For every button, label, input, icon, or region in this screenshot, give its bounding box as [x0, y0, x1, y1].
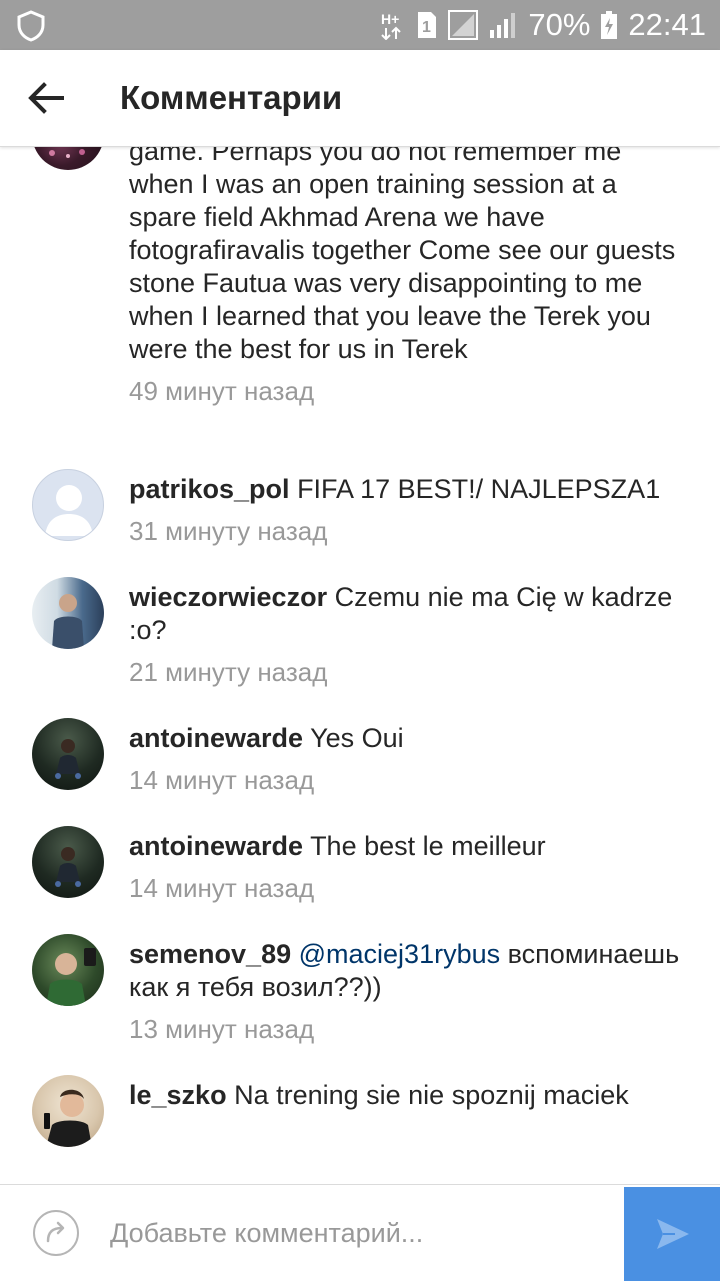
avatar[interactable]	[32, 826, 104, 898]
comment-item: game. Perhaps you do not remember me whe…	[0, 147, 720, 457]
comment-username[interactable]: patrikos_pol	[129, 474, 290, 504]
comment-item: le_szko Na trening sie nie spoznij macie…	[0, 1075, 720, 1165]
send-icon	[657, 1219, 689, 1249]
comment-time: 21 минуту назад	[129, 657, 328, 687]
comment-text: FIFA 17 BEST!/ NAJLEPSZA1	[297, 474, 661, 504]
network-type-icon: H+	[380, 10, 406, 41]
shield-icon	[14, 9, 48, 43]
sim-slot-label: 1	[422, 19, 431, 36]
comment-content: antoinewarde The best le meilleur 14 мин…	[129, 830, 689, 905]
status-bar: H+ 1 70% 22:41	[0, 0, 720, 50]
comment-mention[interactable]: @maciej31rybus	[299, 939, 501, 969]
avatar[interactable]	[32, 1075, 104, 1147]
comment-composer	[0, 1184, 720, 1281]
back-button[interactable]	[22, 74, 70, 122]
comment-text: game. Perhaps you do not remember me whe…	[129, 147, 676, 364]
share-icon[interactable]	[32, 1209, 80, 1257]
battery-percent: 70%	[528, 7, 591, 42]
comment-item: wieczorwieczor Czemu nie ma Cię w kadrze…	[0, 577, 720, 717]
comment-item: antoinewarde Yes Oui 14 минут назад	[0, 718, 720, 828]
comment-time: 14 минут назад	[129, 765, 315, 795]
back-arrow-icon	[28, 82, 64, 114]
comment-list[interactable]: game. Perhaps you do not remember me whe…	[0, 147, 720, 1184]
avatar[interactable]	[32, 718, 104, 790]
avatar[interactable]	[32, 577, 104, 649]
comment-time: 14 минут назад	[129, 873, 315, 903]
comment-content: patrikos_pol FIFA 17 BEST!/ NAJLEPSZA1 3…	[129, 473, 689, 548]
app-header: Комментарии	[0, 50, 720, 147]
comment-content: game. Perhaps you do not remember me whe…	[129, 147, 689, 408]
comment-content: wieczorwieczor Czemu nie ma Cię w kadrze…	[129, 581, 689, 689]
comment-item: antoinewarde The best le meilleur 14 мин…	[0, 826, 720, 936]
default-user-icon	[45, 485, 93, 536]
comment-item: patrikos_pol FIFA 17 BEST!/ NAJLEPSZA1 3…	[0, 469, 720, 579]
battery-charging-icon	[600, 10, 618, 40]
status-indicators: H+ 1 70% 22:41	[380, 0, 706, 50]
comment-text: Na trening sie nie spoznij maciek	[234, 1080, 629, 1110]
comment-username[interactable]: semenov_89	[129, 939, 291, 969]
comment-text: Yes Oui	[310, 723, 404, 753]
avatar[interactable]	[32, 469, 104, 541]
comment-time: 13 минут назад	[129, 1014, 315, 1044]
network-type-label: H+	[381, 11, 399, 27]
page-title: Комментарии	[120, 79, 343, 116]
comment-time: 31 минуту назад	[129, 516, 328, 546]
comment-time: 49 минут назад	[129, 376, 315, 406]
clock: 22:41	[628, 7, 706, 42]
comment-content: le_szko Na trening sie nie spoznij macie…	[129, 1079, 689, 1112]
comment-username[interactable]: antoinewarde	[129, 723, 303, 753]
sim-slot-icon: 1	[416, 10, 438, 40]
comment-content: semenov_89 @maciej31rybus вспоминаешь ка…	[129, 938, 689, 1046]
comment-input[interactable]	[110, 1209, 610, 1257]
signal-sim2-icon	[488, 10, 518, 40]
comment-item: semenov_89 @maciej31rybus вспоминаешь ка…	[0, 934, 720, 1074]
comment-username[interactable]: wieczorwieczor	[129, 582, 327, 612]
avatar[interactable]	[32, 934, 104, 1006]
comment-username[interactable]: antoinewarde	[129, 831, 303, 861]
avatar[interactable]	[32, 147, 104, 170]
send-button[interactable]	[624, 1187, 720, 1281]
comment-content: antoinewarde Yes Oui 14 минут назад	[129, 722, 689, 797]
comment-username[interactable]: le_szko	[129, 1080, 227, 1110]
signal-sim1-icon	[448, 10, 479, 40]
comment-text: The best le meilleur	[310, 831, 546, 861]
